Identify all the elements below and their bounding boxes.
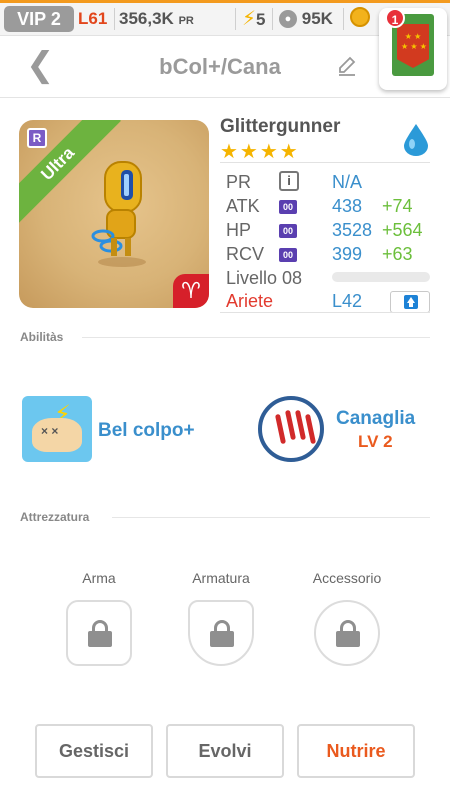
lock-icon xyxy=(336,620,360,647)
stat-label-atk: ATK xyxy=(226,196,260,216)
level-label: Livello 08 xyxy=(226,268,303,288)
paw-icon: ● xyxy=(279,10,297,28)
divider xyxy=(235,8,236,30)
stat-value-hp: 3528 xyxy=(332,220,373,240)
info-icon[interactable]: i xyxy=(279,171,299,191)
food-value: 95K xyxy=(301,9,333,28)
divider xyxy=(220,312,430,313)
rank-icon: R xyxy=(27,128,47,148)
divider xyxy=(114,8,115,30)
abilities-section-title: Abilitàs xyxy=(20,330,64,344)
water-element-icon xyxy=(404,124,428,156)
creature-portrait[interactable]: Ultra R ♈ xyxy=(19,120,209,308)
star-rating: ★★★★ xyxy=(220,141,300,163)
divider xyxy=(343,8,344,30)
zodiac-aries-icon: ♈ xyxy=(173,274,209,308)
stat-label-rcv: RCV xyxy=(226,244,265,264)
stat-boost-icon: 00 xyxy=(279,200,297,214)
zodiac-sign-label: Ariete xyxy=(226,291,274,311)
divider xyxy=(272,8,273,30)
accessory-slot-label: Accessorio xyxy=(312,570,382,586)
feed-button[interactable]: Nutrire xyxy=(297,724,415,778)
divider xyxy=(220,162,430,163)
stat-label-hp: HP xyxy=(226,220,252,240)
stat-value-pr: N/A xyxy=(332,172,363,192)
divider xyxy=(82,337,430,338)
ability-bel-colpo-icon[interactable]: ⚡ xyxy=(22,396,92,462)
lock-icon xyxy=(88,620,112,647)
armor-slot-label: Armatura xyxy=(192,570,250,586)
stat-boost-icon: 00 xyxy=(279,248,297,262)
player-power-suffix: PR xyxy=(178,15,194,27)
player-power-value: 356,3K xyxy=(119,9,174,28)
ability-2-label[interactable]: Canaglia xyxy=(336,408,415,430)
stat-value-rcv: 399 xyxy=(332,244,363,264)
divider xyxy=(112,517,430,518)
accessory-slot[interactable] xyxy=(314,600,380,666)
ability-canaglia-claw-icon[interactable] xyxy=(258,396,324,462)
stat-bonus-rcv: +63 xyxy=(382,244,413,264)
stat-label-pr: PR xyxy=(226,172,252,192)
weapon-slot-label: Arma xyxy=(82,570,116,586)
armor-slot[interactable] xyxy=(188,600,254,666)
level-cap: L42 xyxy=(332,291,363,311)
creature-name: Glittergunner xyxy=(220,116,341,137)
bolt-icon: ⚡ xyxy=(242,8,257,30)
evolve-button[interactable]: Evolvi xyxy=(166,724,284,778)
energy-counter[interactable]: ⚡5 xyxy=(242,7,266,31)
ability-2-level: LV 2 xyxy=(358,432,393,451)
vip-badge[interactable]: VIP 2 xyxy=(4,6,74,32)
equipment-section-title: Attrezzatura xyxy=(20,510,90,524)
energy-value: 5 xyxy=(256,10,266,29)
page-title: bCol+/Cana xyxy=(159,54,281,79)
stat-boost-icon: 00 xyxy=(279,224,297,238)
creature-sprite xyxy=(91,161,146,267)
food-counter[interactable]: ● 95K xyxy=(279,7,333,31)
arrow-up-icon xyxy=(404,295,418,309)
stat-value-atk: 438 xyxy=(332,196,363,216)
coin-counter[interactable] xyxy=(350,7,370,31)
notification-badge: 1 xyxy=(385,8,405,28)
player-power: 356,3K PR xyxy=(119,7,194,31)
manage-button[interactable]: Gestisci xyxy=(35,724,153,778)
coin-icon xyxy=(350,7,370,27)
edit-icon[interactable] xyxy=(336,54,358,78)
stat-bonus-atk: +74 xyxy=(382,196,413,216)
ability-1-label[interactable]: Bel colpo+ xyxy=(98,420,195,442)
back-button[interactable]: ❮ xyxy=(26,48,55,82)
player-level: L61 xyxy=(78,9,108,28)
xp-progress-bar xyxy=(332,272,430,282)
weapon-slot[interactable] xyxy=(66,600,132,666)
lock-icon xyxy=(210,620,234,647)
stat-bonus-hp: +564 xyxy=(382,220,423,240)
level-up-button[interactable] xyxy=(390,291,430,313)
